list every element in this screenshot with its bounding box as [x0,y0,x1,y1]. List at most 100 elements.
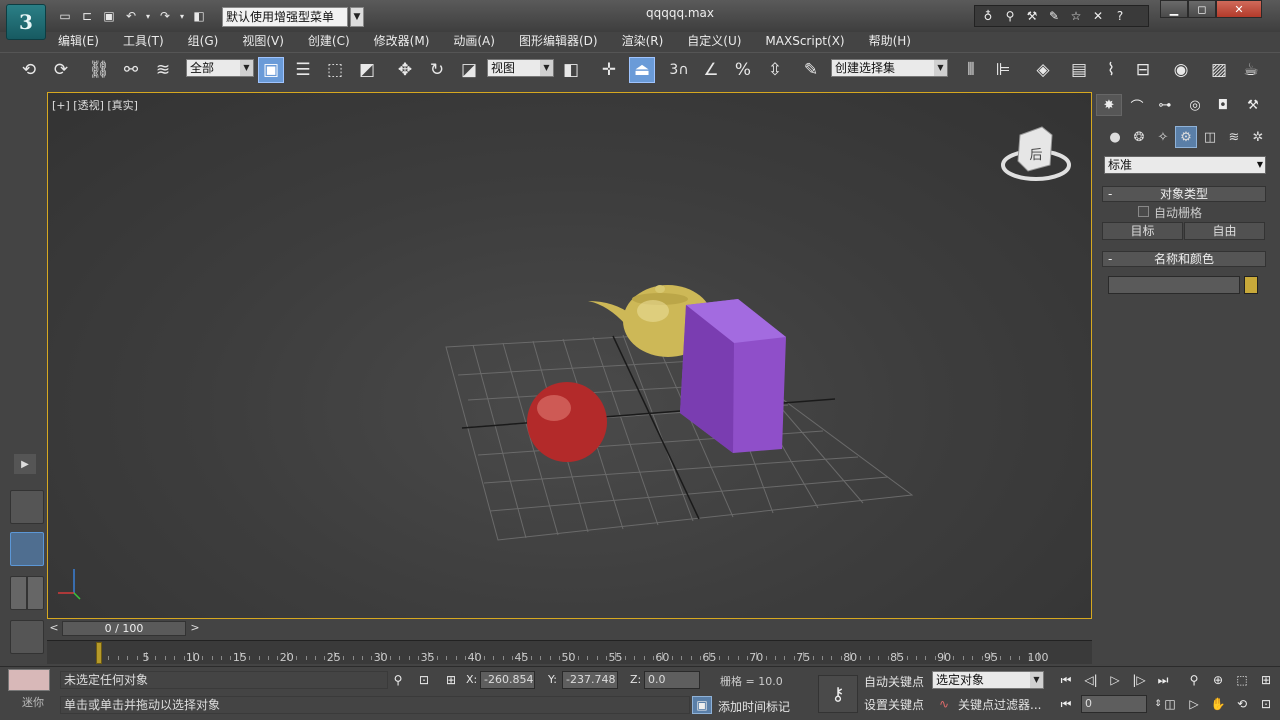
favorites-star-icon[interactable]: ☆ [1067,9,1085,23]
new-file-icon[interactable]: ▭ [56,7,74,25]
bind-spacewarp-icon[interactable]: ≋ [150,57,176,83]
free-camera-button[interactable]: 自由 [1184,222,1265,240]
layout-quad-button[interactable] [10,576,44,610]
purple-box[interactable] [680,299,786,453]
edit-named-selection-icon[interactable]: ✎ [798,57,824,83]
maxscript-listener-box[interactable] [8,669,50,691]
reference-coordinate-dropdown[interactable]: 视图 ▼ [487,59,554,77]
goto-start-icon[interactable]: ⏮ [1056,671,1076,689]
selection-filter-dropdown[interactable]: 全部 ▼ [186,59,254,77]
target-camera-button[interactable]: 目标 [1102,222,1183,240]
undo-dropdown-icon[interactable]: ▾ [144,7,152,25]
key-filters-button[interactable]: 关键点过滤器... [958,696,1041,713]
menu-edit[interactable]: 编辑(E) [46,32,111,50]
play-icon[interactable]: ▷ [1105,671,1125,689]
cameras-icon[interactable]: ⚙ [1175,126,1197,148]
x-coordinate-input[interactable]: -260.854 [480,671,535,689]
time-cursor[interactable] [96,642,102,664]
exchange-icon[interactable]: ✕ [1089,9,1107,23]
goto-end-icon[interactable]: ⏭ [1153,671,1173,689]
keyboard-shortcut-override-icon[interactable]: ⏏ [629,57,655,83]
current-frame-input[interactable]: 0 [1081,695,1147,713]
perspective-viewport[interactable]: [+] [透视] [真实] 后 [47,92,1092,619]
orbit-icon[interactable]: ⟲ [1232,695,1252,713]
menu-rendering[interactable]: 渲染(R) [610,32,676,50]
select-manipulate-icon[interactable]: ✛ [596,57,622,83]
track-bar[interactable]: 5 10 15 20 25 30 35 40 45 50 55 60 65 70 75 80 85 90 95 100 [47,640,1092,664]
subscription-icon[interactable]: ⚒ [1023,9,1041,23]
open-file-icon[interactable]: ⊏ [78,7,96,25]
time-tag-icon[interactable]: ▣ [692,696,712,714]
minimize-button[interactable]: ▁ [1160,0,1188,18]
menu-help[interactable]: 帮助(H) [857,32,923,50]
undo-arrow-icon[interactable]: ⟲ [16,57,42,83]
object-type-rollout-header[interactable]: - 对象类型 [1102,186,1266,202]
menu-create[interactable]: 创建(C) [296,32,362,50]
menu-group[interactable]: 组(G) [176,32,231,50]
window-crossing-icon[interactable]: ◩ [354,57,380,83]
lights-icon[interactable]: ✧ [1152,126,1174,148]
rotate-icon[interactable]: ↻ [424,57,450,83]
redo-icon[interactable]: ↷ [156,7,174,25]
zoom-extents-all-icon[interactable]: ⊞ [1256,671,1276,689]
curve-editor-icon[interactable]: ⌇ [1098,57,1124,83]
snaps-toggle-icon[interactable]: 3 ∩ [666,57,692,83]
add-time-tag-button[interactable]: 添加时间标记 [718,698,790,715]
menu-tools[interactable]: 工具(T) [111,32,176,50]
set-key-button[interactable]: 设置关键点 [864,696,924,713]
category-dropdown[interactable]: 标准 ▼ [1104,156,1266,174]
help-icon[interactable]: ? [1111,9,1129,23]
object-name-input[interactable] [1108,276,1240,294]
auto-key-button[interactable]: 自动关键点 [864,673,924,690]
binoculars-icon[interactable]: ♁ [979,9,997,23]
create-tab-icon[interactable]: ✸ [1096,94,1122,116]
maximize-viewport-icon[interactable]: ⊡ [1256,695,1276,713]
link-icon[interactable]: ⛓ [86,57,112,83]
utilities-tab-icon[interactable]: ⚒ [1240,94,1266,116]
scale-icon[interactable]: ◪ [456,57,482,83]
select-by-name-icon[interactable]: ☰ [290,57,316,83]
pan-hand-icon[interactable]: ✋ [1208,695,1228,713]
z-coordinate-input[interactable]: 0.0 [644,671,700,689]
name-color-rollout-header[interactable]: - 名称和颜色 [1102,251,1266,267]
close-button[interactable]: ✕ [1216,0,1262,18]
rectangular-selection-icon[interactable]: ⬚ [322,57,348,83]
layer-manager-icon[interactable]: ◈ [1030,57,1056,83]
time-slider[interactable]: 0 / 100 [62,621,186,636]
menu-views[interactable]: 视图(V) [230,32,296,50]
display-tab-icon[interactable]: ◘ [1210,94,1236,116]
absolute-mode-icon[interactable]: ⊞ [441,671,461,689]
align-icon[interactable]: ⊫ [990,57,1016,83]
material-editor-icon[interactable]: ◉ [1168,57,1194,83]
schematic-view-icon[interactable]: ⊟ [1130,57,1156,83]
maximize-button[interactable]: ◻ [1188,0,1216,18]
autogrid-checkbox[interactable] [1138,206,1149,217]
zoom-all-icon[interactable]: ⊕ [1208,671,1228,689]
app-logo-button[interactable]: 3 [6,4,46,40]
field-of-view-icon[interactable]: ▷ [1184,695,1204,713]
spacewarps-icon[interactable]: ≋ [1223,126,1245,148]
key-mode-dropdown[interactable]: 选定对象 ▼ [932,671,1044,689]
workspace-dropdown-arrow-icon[interactable]: ▼ [350,7,364,27]
search-icon[interactable]: ⚲ [1001,9,1019,23]
geometry-icon[interactable]: ● [1104,126,1126,148]
mirror-icon[interactable]: ⫴ [958,57,984,83]
save-file-icon[interactable]: ▣ [100,7,118,25]
graphite-ribbon-icon[interactable]: ▤ [1066,57,1092,83]
modify-tab-icon[interactable]: ⌒ [1124,94,1150,116]
hierarchy-tab-icon[interactable]: ⊶ [1152,94,1178,116]
named-selection-dropdown[interactable]: 创建选择集 ▼ [831,59,948,77]
menu-graph-editors[interactable]: 图形编辑器(D) [507,32,610,50]
selection-lock-icon[interactable]: ⊡ [414,671,434,689]
project-folder-icon[interactable]: ◧ [190,7,208,25]
red-sphere[interactable] [527,382,607,462]
redo-arrow-icon[interactable]: ⟳ [48,57,74,83]
menu-customize[interactable]: 自定义(U) [675,32,753,50]
systems-icon[interactable]: ✲ [1247,126,1269,148]
zoom-icon[interactable]: ⚲ [1184,671,1204,689]
workspace-dropdown[interactable]: 默认使用增强型菜单 [222,7,348,27]
unlink-icon[interactable]: ⚯ [118,57,144,83]
render-teapot-icon[interactable]: ☕ [1238,57,1264,83]
y-coordinate-input[interactable]: -237.748 [562,671,618,689]
angle-snap-icon[interactable]: ∠ [698,57,724,83]
